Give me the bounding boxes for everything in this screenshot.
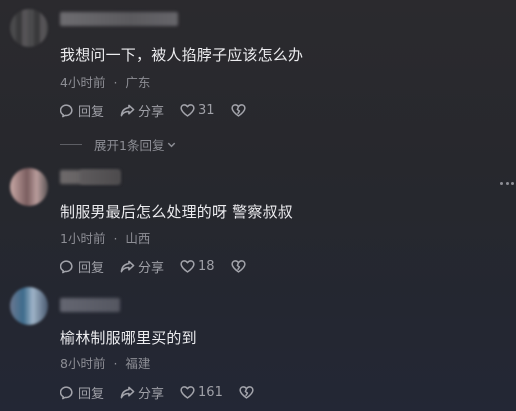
comment-bubble-icon bbox=[60, 385, 73, 399]
heart-icon bbox=[180, 385, 195, 399]
avatar[interactable] bbox=[10, 287, 48, 325]
divider-line bbox=[60, 144, 82, 145]
more-icon[interactable] bbox=[500, 180, 514, 186]
username-blurred-suffix bbox=[80, 170, 120, 184]
share-arrow-icon bbox=[120, 386, 135, 398]
avatar[interactable] bbox=[10, 168, 48, 206]
comment-text: 榆林制服哪里买的到 bbox=[60, 329, 197, 347]
dislike-button[interactable] bbox=[230, 259, 249, 274]
comment-meta: 8小时前 · 福建 bbox=[60, 353, 150, 372]
like-count: 18 bbox=[198, 258, 215, 274]
comment-time: 4小时前 bbox=[60, 75, 106, 90]
comment-time: 1小时前 bbox=[60, 231, 106, 246]
comment-location: 福建 bbox=[125, 356, 151, 371]
like-count: 161 bbox=[198, 384, 223, 400]
reply-label: 回复 bbox=[78, 104, 105, 120]
meta-separator: · bbox=[113, 231, 118, 246]
share-arrow-icon bbox=[120, 260, 135, 272]
expand-replies-label: 展开1条回复 bbox=[94, 138, 165, 153]
comment-location: 山西 bbox=[125, 231, 151, 246]
like-button[interactable]: 161 bbox=[180, 385, 223, 400]
like-count: 31 bbox=[198, 102, 215, 118]
heart-icon bbox=[180, 259, 195, 273]
username-blurred[interactable] bbox=[60, 12, 178, 26]
comment-actions: 回复 分享 31 bbox=[60, 99, 265, 121]
dislike-button[interactable] bbox=[239, 385, 257, 400]
comment-actions: 回复 分享 161 bbox=[60, 381, 273, 403]
comment-time: 8小时前 bbox=[60, 356, 106, 371]
share-label: 分享 bbox=[138, 260, 165, 276]
like-button[interactable]: 31 bbox=[180, 103, 215, 118]
share-label: 分享 bbox=[138, 104, 165, 120]
broken-heart-icon bbox=[230, 259, 246, 273]
dislike-button[interactable] bbox=[230, 103, 249, 118]
comment-meta: 1小时前 · 山西 bbox=[60, 228, 150, 247]
like-button[interactable]: 18 bbox=[180, 259, 215, 274]
share-label: 分享 bbox=[138, 386, 165, 402]
username-blurred[interactable] bbox=[60, 298, 120, 312]
share-button[interactable]: 分享 bbox=[120, 383, 164, 402]
comment-text: 我想问一下，被人掐脖子应该怎么办 bbox=[60, 46, 304, 64]
reply-label: 回复 bbox=[78, 386, 105, 402]
broken-heart-icon bbox=[239, 385, 254, 399]
meta-separator: · bbox=[113, 356, 118, 371]
expand-replies-button[interactable]: 展开1条回复 bbox=[60, 135, 177, 154]
comment-bubble-icon bbox=[60, 259, 73, 273]
share-button[interactable]: 分享 bbox=[120, 257, 164, 276]
share-arrow-icon bbox=[120, 104, 135, 116]
heart-icon bbox=[180, 103, 195, 117]
comment-location: 广东 bbox=[125, 75, 151, 90]
reply-button[interactable]: 回复 bbox=[60, 101, 104, 120]
share-button[interactable]: 分享 bbox=[120, 101, 164, 120]
comment-actions: 回复 分享 18 bbox=[60, 255, 265, 277]
comment-meta: 4小时前 · 广东 bbox=[60, 72, 150, 91]
reply-label: 回复 bbox=[78, 260, 105, 276]
reply-button[interactable]: 回复 bbox=[60, 257, 104, 276]
reply-button[interactable]: 回复 bbox=[60, 383, 104, 402]
broken-heart-icon bbox=[230, 103, 246, 117]
avatar[interactable] bbox=[10, 9, 48, 47]
meta-separator: · bbox=[113, 75, 118, 90]
comment-bubble-icon bbox=[60, 103, 73, 117]
comment-text: 制服男最后怎么处理的呀 警察叔叔 bbox=[60, 203, 293, 221]
chevron-down-icon bbox=[168, 142, 176, 148]
